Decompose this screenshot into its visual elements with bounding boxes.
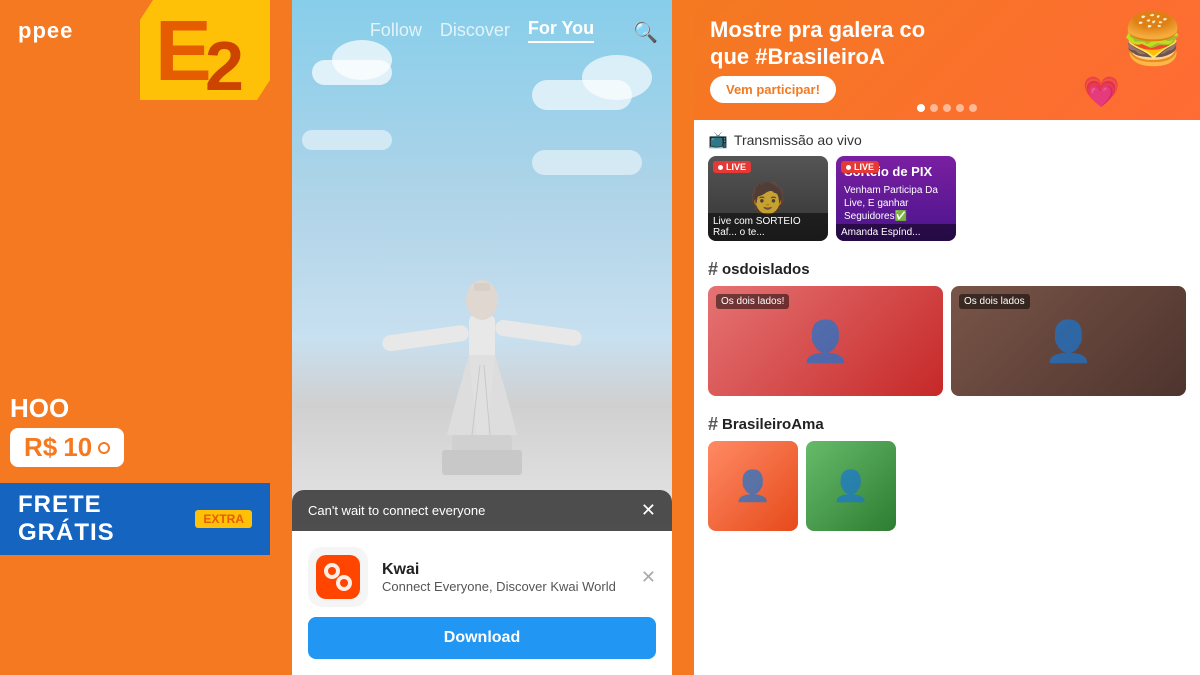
live-dot-2 <box>846 165 851 170</box>
live-dot-1 <box>718 165 723 170</box>
right-panel: Mostre pra galera co que #BrasileiroA Ve… <box>694 0 1200 675</box>
banner-participate-button[interactable]: Vem participar! <box>710 76 836 103</box>
hashtag-brasileiroama-header: # BrasileiroAma <box>694 406 1200 441</box>
live-section-header: 📺 Transmissão ao vivo <box>694 120 1200 156</box>
live-label-1: LIVE <box>726 162 746 172</box>
live-card-1-label: Live com SORTEIO Raf... o te... <box>708 213 828 241</box>
live-card-1-subtitle: Raf... o te... <box>713 227 823 238</box>
hashtag1-videos-row: 👤 Os dois lados! 👤 Os dois lados <box>694 286 1200 406</box>
search-icon[interactable]: 🔍 <box>633 20 658 45</box>
hashtag1-video-2[interactable]: 👤 Os dois lados <box>951 286 1186 396</box>
popup-app-row: Kwai Connect Everyone, Discover Kwai Wor… <box>308 547 656 607</box>
cloud-4 <box>582 55 652 100</box>
banner-dots <box>917 104 977 112</box>
live-card-1-title: Live com SORTEIO <box>713 216 823 227</box>
hash-symbol-1: # <box>708 259 718 280</box>
price-value: 10 <box>63 432 92 463</box>
yellow-badge: E 2 <box>130 0 270 110</box>
brasileiro-person-2: 👤 <box>806 441 896 531</box>
left-ad-panel: ppee Skip ads E 2 HOO R$ 10 FRETE GRÁTIS… <box>0 0 270 675</box>
brasileiro-card-2[interactable]: 👤 <box>806 441 896 531</box>
divider-bar-right <box>672 0 694 675</box>
divider-bar-left <box>270 0 292 675</box>
popup-body: Kwai Connect Everyone, Discover Kwai Wor… <box>292 531 672 675</box>
kwai-app-icon <box>308 547 368 607</box>
price-currency: R$ <box>24 432 57 463</box>
live-card-2-user: Amanda Espínd... <box>836 224 956 241</box>
app-name: Kwai <box>382 561 616 579</box>
popup-dismiss-button[interactable]: ✕ <box>641 567 656 588</box>
hash-symbol-2: # <box>708 414 718 435</box>
nav-for-you[interactable]: For You <box>528 18 594 43</box>
video-overlay-2: Os dois lados <box>959 294 1030 309</box>
price-section: HOO R$ 10 <box>10 393 260 475</box>
live-card-1[interactable]: LIVE 🧑 Live com SORTEIO Raf... o te... <box>708 156 828 241</box>
price-prefix: HO <box>10 393 49 423</box>
dot-5 <box>969 104 977 112</box>
brasileiro-thumbnails-row: 👤 👤 <box>694 441 1200 541</box>
download-button[interactable]: Download <box>308 617 656 659</box>
price-tag-shape: R$ 10 <box>10 428 124 467</box>
top-banner[interactable]: Mostre pra galera co que #BrasileiroA Ve… <box>694 0 1200 120</box>
dot-2 <box>930 104 938 112</box>
banner-hashtag: que #BrasileiroA <box>710 44 1184 70</box>
popup-header-text: Can't wait to connect everyone <box>308 503 485 518</box>
popup-app-info: Kwai Connect Everyone, Discover Kwai Wor… <box>382 561 616 594</box>
live-card-2[interactable]: LIVE Sorteio de PIX Venham Participa Da … <box>836 156 956 241</box>
phone-nav-bar: Follow Discover For You 🔍 <box>292 0 672 53</box>
christ-statue-image <box>372 155 592 475</box>
nav-follow[interactable]: Follow <box>370 20 422 41</box>
svg-text:E: E <box>155 5 212 95</box>
brasileiro-person-1: 👤 <box>708 441 798 531</box>
dot-1 <box>917 104 925 112</box>
nav-discover[interactable]: Discover <box>440 20 510 41</box>
live-tv-icon: 📺 <box>708 130 728 150</box>
hashtag1-video-1[interactable]: 👤 Os dois lados! <box>708 286 943 396</box>
frete-banner: FRETE GRÁTIS EXTRA <box>0 483 270 555</box>
app-description: Connect Everyone, Discover Kwai World <box>382 579 616 594</box>
dot-3 <box>943 104 951 112</box>
food-emoji-icon: 🍔 <box>1122 10 1184 69</box>
hashtag-2-name: BrasileiroAma <box>722 416 824 433</box>
svg-text:2: 2 <box>205 27 244 95</box>
app-install-popup: Can't wait to connect everyone ✕ <box>292 490 672 675</box>
live-badge-2: LIVE <box>841 161 879 173</box>
frete-text: FRETE GRÁTIS <box>18 491 187 547</box>
banner-text-line1: Mostre pra galera co <box>710 17 1184 43</box>
cloud-5 <box>302 130 392 150</box>
brasileiro-card-1[interactable]: 👤 <box>708 441 798 531</box>
price-dot <box>98 442 110 454</box>
hashtag-1-name: osdoislados <box>722 261 810 278</box>
live-section-title: Transmissão ao vivo <box>734 132 862 148</box>
popup-header: Can't wait to connect everyone ✕ <box>292 490 672 531</box>
live-thumbnails-row: LIVE 🧑 Live com SORTEIO Raf... o te... L… <box>694 156 1200 251</box>
dot-4 <box>956 104 964 112</box>
extra-badge: EXTRA <box>195 510 252 528</box>
popup-close-button[interactable]: ✕ <box>641 500 656 521</box>
heart-icon: 💗 <box>1083 75 1120 110</box>
shopee-logo: ppee <box>18 18 73 44</box>
hashtag-osdoislados-header: # osdoislados <box>694 251 1200 286</box>
video-overlay-1: Os dois lados! <box>716 294 789 309</box>
live-badge-1: LIVE <box>713 161 751 173</box>
phone-mockup: Follow Discover For You 🔍 Can't wait to … <box>292 0 672 675</box>
live-label-2: LIVE <box>854 162 874 172</box>
live-card-2-subtitle: Venham Participa Da Live, E ganhar Segui… <box>844 184 948 223</box>
